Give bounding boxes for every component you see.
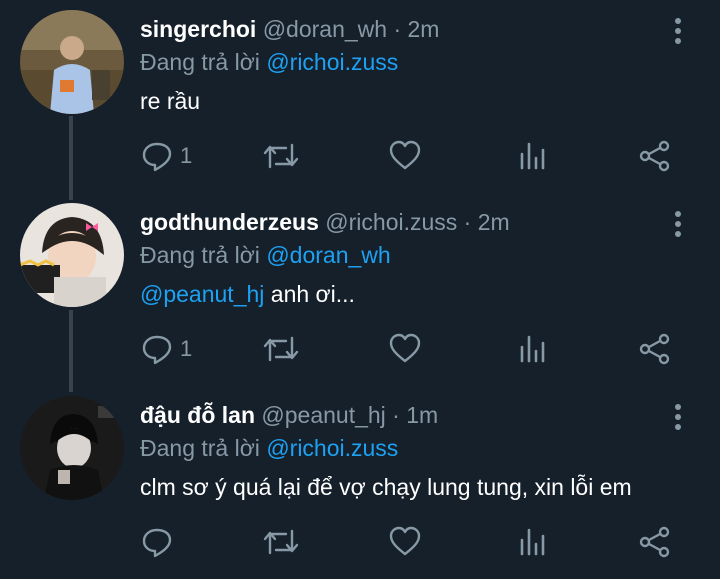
avatar[interactable]: [20, 10, 124, 114]
stats-icon: [520, 335, 545, 363]
like-button[interactable]: [388, 138, 422, 174]
stats-icon: [520, 142, 545, 170]
share-button[interactable]: [638, 524, 672, 560]
reply-prefix: Đang trả lời: [140, 242, 260, 268]
reply-button[interactable]: [140, 524, 174, 560]
stats-button[interactable]: [516, 331, 550, 367]
reply-icon: [142, 142, 172, 172]
handle-time[interactable]: @peanut_hj · 1m: [261, 402, 438, 428]
like-icon: [389, 526, 421, 556]
reply-button[interactable]: 1: [140, 138, 192, 174]
action-bar: 1: [0, 138, 720, 174]
reply-icon: [142, 528, 172, 558]
retweet-icon: [263, 143, 299, 169]
display-name[interactable]: singerchoi: [140, 16, 256, 42]
reply-button[interactable]: 1: [140, 331, 192, 367]
reply-to-link[interactable]: @richoi.zuss: [266, 435, 398, 461]
share-icon: [639, 333, 670, 365]
stats-button[interactable]: [516, 138, 550, 174]
tweet[interactable]: godthunderzeus @richoi.zuss · 2m Đang tr…: [0, 193, 720, 386]
reply-prefix: Đang trả lời: [140, 435, 260, 461]
retweet-icon: [263, 529, 299, 555]
reply-prefix: Đang trả lời: [140, 49, 260, 75]
retweet-icon: [263, 336, 299, 362]
share-icon: [639, 140, 670, 172]
more-vertical-icon[interactable]: [666, 402, 690, 432]
retweet-button[interactable]: [262, 138, 300, 174]
tweet[interactable]: đậu đỗ lan @peanut_hj · 1m Đang trả lời …: [0, 386, 720, 579]
like-button[interactable]: [388, 331, 422, 367]
tweet-text: clm sơ ý quá lại để vợ chạy lung tung, x…: [140, 472, 632, 502]
tweet-text: @peanut_hj anh ơi...: [140, 279, 355, 309]
like-icon: [389, 333, 421, 363]
share-button[interactable]: [638, 331, 672, 367]
more-vertical-icon[interactable]: [666, 16, 690, 46]
tweet-body: re rầu: [140, 88, 201, 114]
reply-to-link[interactable]: @doran_wh: [266, 242, 390, 268]
tweet[interactable]: singerchoi @doran_wh · 2m Đang trả lời @…: [0, 0, 720, 193]
handle-time[interactable]: @richoi.zuss · 2m: [325, 209, 509, 235]
like-icon: [389, 140, 421, 170]
reply-icon: [142, 335, 172, 365]
tweet-text: re rầu: [140, 86, 200, 116]
share-icon: [639, 526, 670, 558]
handle-time[interactable]: @doran_wh · 2m: [263, 16, 440, 42]
more-vertical-icon[interactable]: [666, 209, 690, 239]
display-name[interactable]: godthunderzeus: [140, 209, 319, 235]
stats-icon: [520, 528, 545, 556]
tweet-body: clm sơ ý quá lại để vợ chạy lung tung, x…: [140, 474, 632, 500]
mention-link[interactable]: @peanut_hj: [140, 281, 264, 307]
stats-button[interactable]: [516, 524, 550, 560]
reply-count: 1: [180, 336, 193, 361]
retweet-button[interactable]: [262, 331, 300, 367]
action-bar: [0, 524, 720, 560]
like-button[interactable]: [388, 524, 422, 560]
reply-to-link[interactable]: @richoi.zuss: [266, 49, 398, 75]
avatar[interactable]: [20, 203, 124, 307]
share-button[interactable]: [638, 138, 672, 174]
tweet-body: anh ơi...: [264, 281, 355, 307]
display-name[interactable]: đậu đỗ lan: [140, 402, 255, 428]
reply-count: 1: [180, 143, 193, 168]
retweet-button[interactable]: [262, 524, 300, 560]
avatar[interactable]: [20, 396, 124, 500]
action-bar: 1: [0, 331, 720, 367]
